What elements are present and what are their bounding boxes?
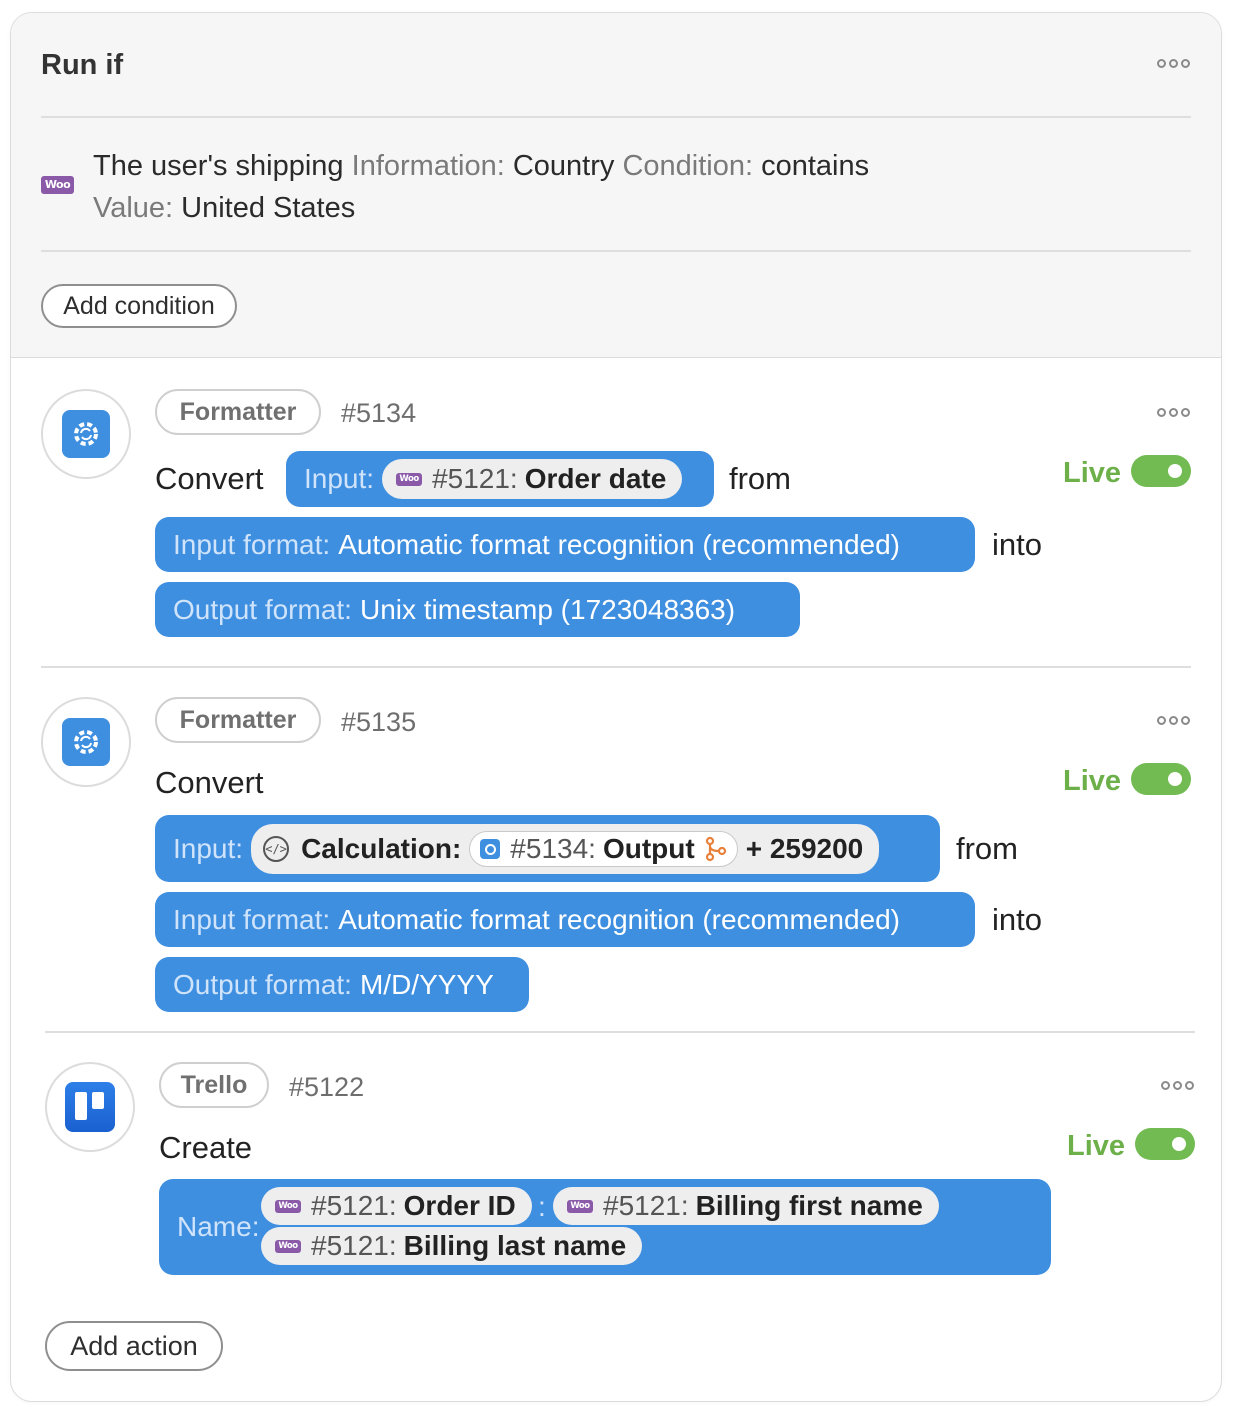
input-format-value: Automatic format recognition (recommende… <box>338 903 900 935</box>
output-format-label: Output format: <box>173 968 352 1000</box>
name-label: Name: <box>177 1211 260 1242</box>
into-word: into <box>992 902 1042 937</box>
from-word: from <box>956 831 1018 866</box>
divider <box>41 666 1191 668</box>
input-label: Input: <box>304 463 375 494</box>
data-chip[interactable]: Woo #5121: Billing first name <box>553 1187 939 1225</box>
input-label: Input: <box>173 832 244 864</box>
run-if-section: Run if Woo The user's shipping Informati… <box>11 13 1221 358</box>
chip-id: #5121: <box>311 1230 397 1261</box>
from-word: from <box>729 461 791 496</box>
more-options-icon[interactable] <box>1161 1079 1195 1091</box>
chip-name: Billing last name <box>403 1230 627 1261</box>
live-toggle[interactable] <box>1131 763 1191 795</box>
action-id: #5122 <box>289 1072 365 1102</box>
workflow-card: Run if Woo The user's shipping Informati… <box>10 12 1222 1402</box>
formatter-icon <box>62 718 110 766</box>
chip-name: Billing first name <box>695 1190 923 1221</box>
live-toggle[interactable] <box>1131 455 1191 487</box>
chip-id: #5121: <box>603 1190 689 1221</box>
data-chip[interactable]: Woo #5121: Order ID <box>261 1187 532 1225</box>
reference-name: Output <box>602 832 695 864</box>
formatter-icon <box>62 410 110 458</box>
output-format-field[interactable]: Output format: Unix timestamp (172304836… <box>155 582 800 637</box>
add-action-button[interactable]: Add action <box>45 1321 223 1371</box>
calculation-chip[interactable]: </> Calculation: #5134: Output + 259200 <box>251 823 880 874</box>
output-format-label: Output format: <box>173 593 352 625</box>
into-word: into <box>992 527 1042 562</box>
branch-icon <box>705 836 726 861</box>
code-icon: </> <box>263 835 290 862</box>
input-format-field[interactable]: Input format: Automatic format recogniti… <box>155 892 975 947</box>
live-toggle[interactable] <box>1135 1128 1195 1160</box>
more-options-icon[interactable] <box>1157 714 1191 726</box>
output-format-field[interactable]: Output format: M/D/YYYY <box>155 957 529 1012</box>
action-verb: Convert <box>155 765 264 800</box>
trello-app-icon <box>45 1062 135 1152</box>
value-label: Value: <box>93 192 174 224</box>
information-value: Country <box>512 150 615 182</box>
app-tag: Trello <box>159 1062 269 1108</box>
trello-icon <box>65 1082 115 1132</box>
data-chip[interactable]: Woo #5121: Order date <box>382 459 683 499</box>
condition-prefix: The user's shipping <box>93 150 344 182</box>
condition-text[interactable]: The user's shipping Information: Country… <box>93 145 1073 229</box>
calculation-suffix: + 259200 <box>745 832 864 864</box>
condition-label: Condition: <box>622 150 754 182</box>
input-format-label: Input format: <box>173 528 331 560</box>
live-label: Live <box>1063 765 1122 797</box>
output-format-value: Unix timestamp (1723048363) <box>359 593 736 625</box>
information-label: Information: <box>351 150 505 182</box>
action-id: #5134 <box>341 398 417 428</box>
live-label: Live <box>1067 1130 1126 1162</box>
action-verb: Convert <box>155 461 264 496</box>
action-id: #5135 <box>341 707 417 737</box>
input-format-field[interactable]: Input format: Automatic format recogniti… <box>155 517 975 572</box>
app-tag: Formatter <box>155 389 321 435</box>
calculation-label: Calculation: <box>301 832 462 864</box>
reference-chip[interactable]: #5134: Output <box>469 830 738 867</box>
run-if-title: Run if <box>41 49 124 81</box>
divider <box>45 1031 1195 1033</box>
app-tag: Formatter <box>155 697 321 743</box>
chip-id: #5121: <box>311 1190 397 1221</box>
condition-value: contains <box>761 150 870 182</box>
formatter-icon <box>480 838 501 859</box>
formatter-app-icon <box>41 389 131 479</box>
data-chip[interactable]: Woo #5121: Billing last name <box>261 1227 643 1265</box>
live-label: Live <box>1063 457 1122 489</box>
chip-name: Order ID <box>403 1190 516 1221</box>
output-format-value: M/D/YYYY <box>359 968 494 1000</box>
divider <box>41 116 1191 118</box>
chip-id: #5121: <box>432 463 518 494</box>
input-field[interactable]: Input: </> Calculation: #5134: Output + … <box>155 815 940 882</box>
input-format-label: Input format: <box>173 903 331 935</box>
input-field[interactable]: Input: Woo #5121: Order date <box>286 451 714 507</box>
more-options-icon[interactable] <box>1157 57 1191 69</box>
input-format-value: Automatic format recognition (recommende… <box>338 528 900 560</box>
woocommerce-icon: Woo <box>275 1199 301 1213</box>
woocommerce-icon: Woo <box>567 1199 593 1213</box>
value-value: United States <box>181 192 356 224</box>
woocommerce-icon: Woo <box>396 472 423 486</box>
add-condition-button[interactable]: Add condition <box>41 284 237 328</box>
more-options-icon[interactable] <box>1157 406 1191 418</box>
woocommerce-icon: Woo <box>41 176 74 194</box>
woocommerce-icon: Woo <box>275 1239 301 1253</box>
separator: : <box>538 1191 546 1222</box>
chip-name: Order date <box>524 463 667 494</box>
action-verb: Create <box>159 1130 253 1165</box>
divider <box>41 250 1191 252</box>
formatter-app-icon <box>41 697 131 787</box>
reference-id: #5134: <box>510 832 596 864</box>
